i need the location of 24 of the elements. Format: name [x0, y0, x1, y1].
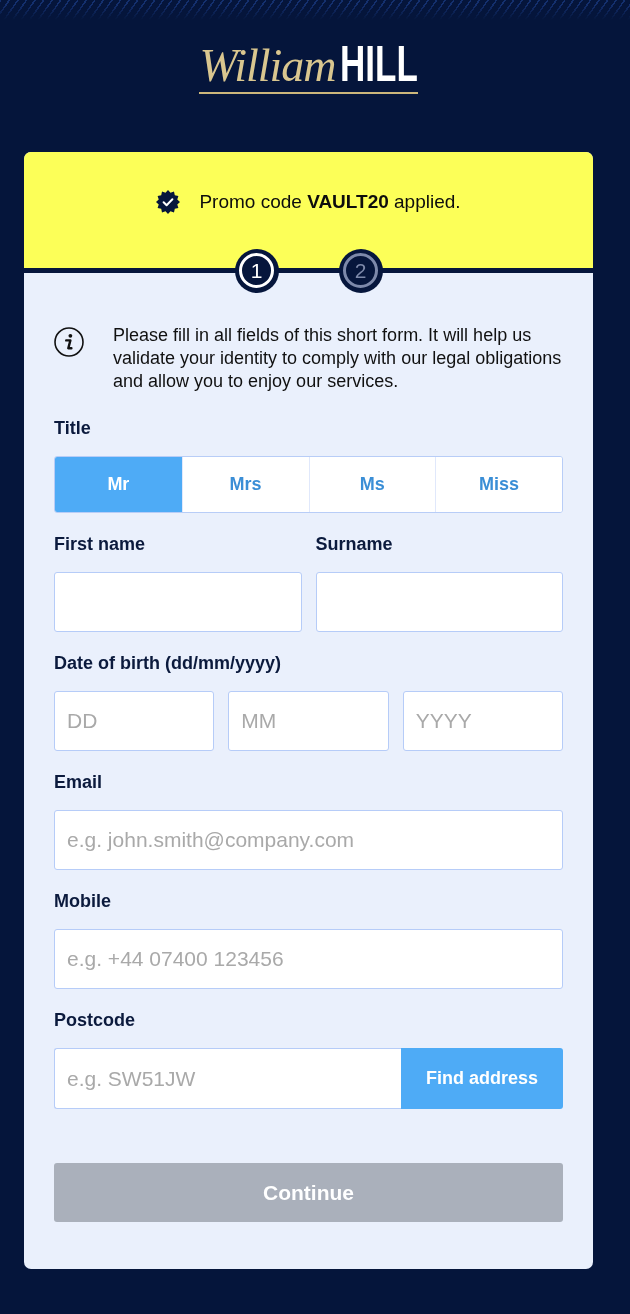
info-icon — [54, 327, 84, 357]
info-text: Please fill in all fields of this short form. It will help us validate your identity to comply with our legal obligations and allow you to enjoy our services. — [113, 324, 563, 393]
title-option[interactable]: Miss — [435, 457, 562, 512]
input-field[interactable] — [315, 572, 563, 632]
find-address-button[interactable]: Find address — [401, 1048, 563, 1109]
input-field[interactable]: e.g. SW51JW — [54, 1048, 401, 1109]
logo-wordmark: HILL — [339, 38, 418, 90]
field-label: Date of birth (dd/mm/yyyy) — [54, 653, 283, 673]
field-label: Title — [54, 418, 92, 438]
field-label: Surname — [315, 534, 394, 554]
input-field[interactable]: e.g. john.smith@company.com — [54, 810, 563, 870]
field-label: Email — [54, 772, 104, 792]
date-input-field[interactable]: MM — [228, 691, 389, 751]
field-label: Postcode — [54, 1010, 137, 1030]
title-option[interactable]: Mr — [55, 457, 182, 512]
promo-message: Promo code VAULT20 applied. — [199, 190, 461, 214]
input-field[interactable]: e.g. +44 07400 123456 — [54, 929, 563, 989]
seal-check-icon — [156, 190, 181, 214]
logo-script: William — [199, 40, 336, 92]
field-label: Mobile — [54, 891, 112, 911]
date-input-field[interactable]: DD — [54, 691, 215, 751]
date-input-field[interactable]: YYYY — [402, 691, 563, 751]
field-label: First name — [54, 534, 147, 554]
input-field[interactable] — [54, 572, 302, 632]
